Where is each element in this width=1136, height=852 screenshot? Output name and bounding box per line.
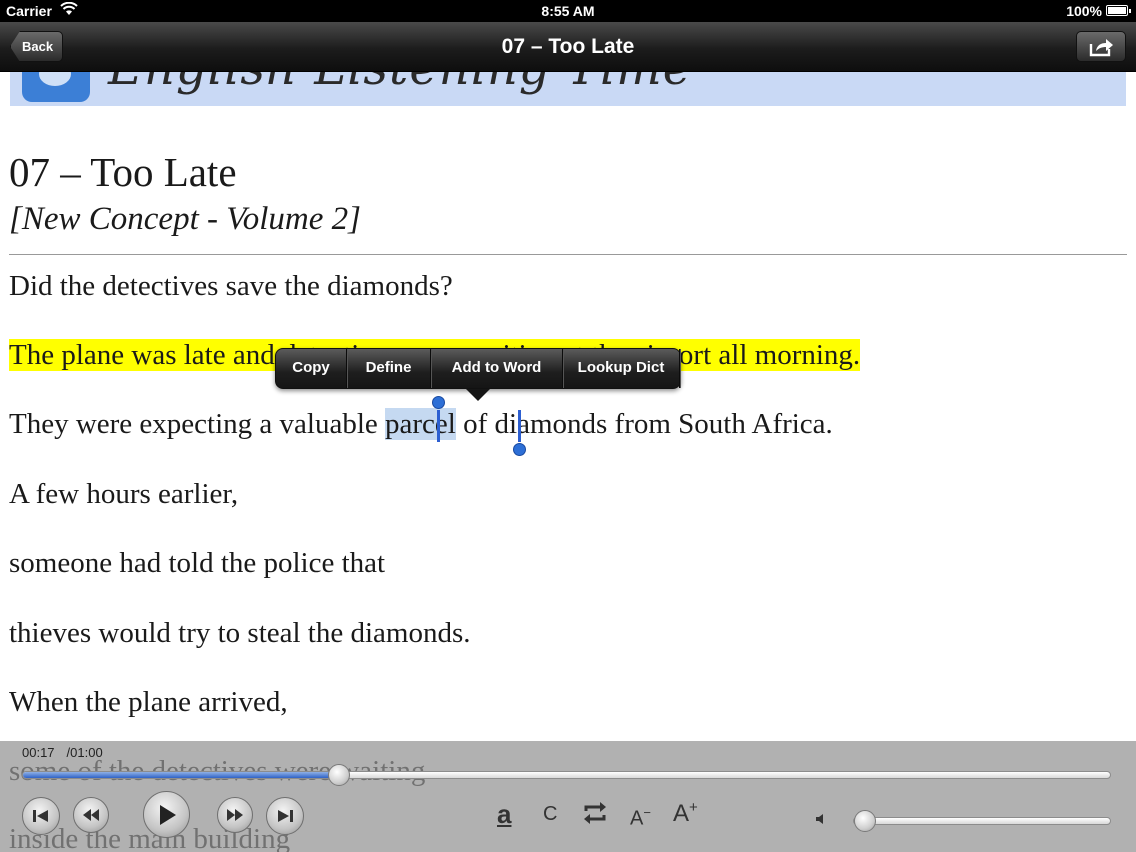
rewind-icon: [83, 809, 99, 821]
copy-menu-item[interactable]: Copy: [276, 349, 347, 388]
fast-forward-icon: [227, 809, 243, 821]
selection-knob[interactable]: [513, 443, 526, 456]
selection-knob[interactable]: [432, 396, 445, 409]
rewind-button[interactable]: [73, 797, 109, 833]
transcript-line[interactable]: A few hours earlier,: [9, 478, 238, 511]
selection-end-handle[interactable]: [513, 410, 526, 456]
audio-player: some of the detectives were waiting insi…: [0, 741, 1136, 852]
line-text-before: They were expecting a valuable: [9, 408, 386, 440]
transcript-line[interactable]: thieves would try to steal the diamonds.: [9, 617, 471, 650]
volume-slider[interactable]: [853, 810, 1111, 832]
increase-font-button[interactable]: A+: [673, 799, 698, 828]
article-heading: 07 – Too Late: [9, 149, 237, 195]
transcript-line[interactable]: When the plane arrived,: [9, 686, 288, 719]
app-logo-icon: [22, 72, 90, 102]
transcript-line[interactable]: Did the detectives save the diamonds?: [9, 270, 453, 303]
line-text-after: of diamonds from South Africa.: [455, 408, 833, 440]
play-icon: [159, 804, 176, 825]
transcript-line[interactable]: someone had told the police that: [9, 547, 385, 580]
volume-thumb[interactable]: [854, 810, 876, 832]
progress-slider[interactable]: [22, 764, 1111, 786]
define-menu-item[interactable]: Define: [347, 349, 431, 388]
play-button[interactable]: [143, 791, 190, 838]
time-readout: 00:17/01:00: [22, 745, 103, 760]
skip-back-button[interactable]: [22, 797, 60, 835]
progress-thumb[interactable]: [327, 764, 350, 786]
selection-start-handle[interactable]: [432, 396, 445, 442]
edit-menu: Copy Define Add to Word Lookup Dict: [275, 348, 681, 401]
clock: 8:55 AM: [541, 3, 595, 19]
navigation-bar: Back 07 – Too Late: [0, 22, 1136, 72]
text-size-tool[interactable]: a: [497, 799, 511, 830]
speaker-icon: [815, 812, 829, 831]
battery-icon: [1106, 5, 1131, 16]
menu-pointer: [466, 389, 490, 401]
share-icon: [1089, 39, 1113, 57]
transcript-line[interactable]: They were expecting a valuable parcel of…: [9, 408, 833, 441]
total-time: /01:00: [66, 745, 103, 760]
repeat-button[interactable]: [582, 801, 608, 830]
selected-word[interactable]: parcel: [385, 408, 456, 440]
skip-forward-icon: [278, 810, 293, 822]
article-subheading: [New Concept - Volume 2]: [9, 201, 361, 237]
skip-forward-button[interactable]: [266, 797, 304, 835]
repeat-icon: [584, 802, 606, 824]
page-title: 07 – Too Late: [501, 35, 635, 58]
divider: [9, 254, 1127, 255]
fast-forward-button[interactable]: [217, 797, 253, 833]
battery-percent: 100%: [1066, 3, 1102, 19]
status-bar: Carrier 8:55 AM 100%: [0, 0, 1136, 22]
lookup-dict-menu-item[interactable]: Lookup Dict: [563, 349, 680, 388]
share-button[interactable]: [1076, 31, 1126, 62]
elapsed-time: 00:17: [22, 745, 55, 760]
banner-title: English Listening Time: [108, 72, 692, 96]
add-to-word-menu-item[interactable]: Add to Word: [431, 349, 563, 388]
app-banner: English Listening Time: [10, 72, 1126, 106]
progress-fill: [23, 772, 339, 778]
skip-back-icon: [33, 810, 48, 822]
clear-tool[interactable]: C: [543, 803, 557, 826]
decrease-font-button[interactable]: A−: [630, 805, 651, 831]
